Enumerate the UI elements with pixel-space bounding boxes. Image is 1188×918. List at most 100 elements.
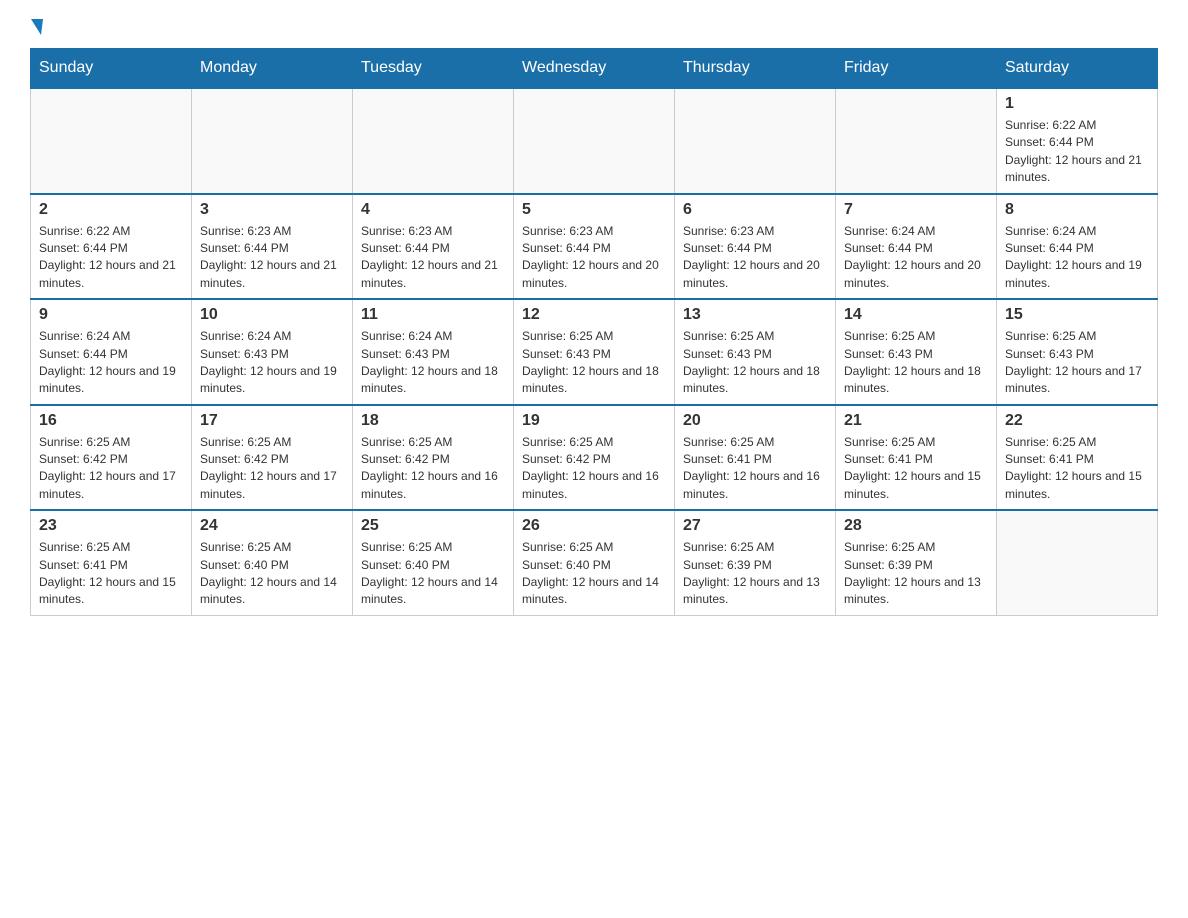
day-number: 22 — [1005, 412, 1149, 430]
week-row: 2 Sunrise: 6:22 AMSunset: 6:44 PMDaylight… — [31, 194, 1158, 300]
day-info: Sunrise: 6:22 AMSunset: 6:44 PMDaylight:… — [39, 223, 183, 293]
day-number: 5 — [522, 201, 666, 219]
calendar-cell: 18Sunrise: 6:25 AMSunset: 6:42 PMDayligh… — [353, 405, 514, 511]
calendar-cell: 11Sunrise: 6:24 AMSunset: 6:43 PMDayligh… — [353, 299, 514, 405]
calendar-cell: 5 Sunrise: 6:23 AMSunset: 6:44 PMDaylight… — [514, 194, 675, 300]
day-info: Sunrise: 6:24 AMSunset: 6:43 PMDaylight:… — [200, 328, 344, 398]
day-number: 3 — [200, 201, 344, 219]
day-info: Sunrise: 6:25 AMSunset: 6:43 PMDaylight:… — [683, 328, 827, 398]
day-info: Sunrise: 6:25 AMSunset: 6:41 PMDaylight:… — [683, 434, 827, 504]
day-info: Sunrise: 6:25 AMSunset: 6:43 PMDaylight:… — [1005, 328, 1149, 398]
calendar-cell: 8 Sunrise: 6:24 AMSunset: 6:44 PMDaylight… — [997, 194, 1158, 300]
day-info: Sunrise: 6:23 AMSunset: 6:44 PMDaylight:… — [522, 223, 666, 293]
day-number: 7 — [844, 201, 988, 219]
calendar-cell: 16 Sunrise: 6:25 AMSunset: 6:42 PMDayligh… — [31, 405, 192, 511]
day-number: 1 — [1005, 95, 1149, 113]
weekday-header: Wednesday — [514, 49, 675, 89]
day-info: Sunrise: 6:25 AMSunset: 6:42 PMDaylight:… — [361, 434, 505, 504]
weekday-header: Friday — [836, 49, 997, 89]
day-info: Sunrise: 6:25 AMSunset: 6:41 PMDaylight:… — [39, 539, 183, 609]
day-info: Sunrise: 6:25 AMSunset: 6:43 PMDaylight:… — [522, 328, 666, 398]
calendar-cell: 15 Sunrise: 6:25 AMSunset: 6:43 PMDayligh… — [997, 299, 1158, 405]
week-row: 16 Sunrise: 6:25 AMSunset: 6:42 PMDayligh… — [31, 405, 1158, 511]
day-number: 16 — [39, 412, 183, 430]
calendar-cell: 26Sunrise: 6:25 AMSunset: 6:40 PMDayligh… — [514, 510, 675, 615]
day-number: 4 — [361, 201, 505, 219]
day-info: Sunrise: 6:23 AMSunset: 6:44 PMDaylight:… — [683, 223, 827, 293]
day-number: 20 — [683, 412, 827, 430]
calendar-cell — [31, 88, 192, 194]
calendar-cell: 14 Sunrise: 6:25 AMSunset: 6:43 PMDayligh… — [836, 299, 997, 405]
weekday-header-row: SundayMondayTuesdayWednesdayThursdayFrid… — [31, 49, 1158, 89]
calendar-cell: 23 Sunrise: 6:25 AMSunset: 6:41 PMDayligh… — [31, 510, 192, 615]
day-number: 2 — [39, 201, 183, 219]
calendar-cell: 25 Sunrise: 6:25 AMSunset: 6:40 PMDayligh… — [353, 510, 514, 615]
calendar-cell: 22 Sunrise: 6:25 AMSunset: 6:41 PMDayligh… — [997, 405, 1158, 511]
weekday-header: Thursday — [675, 49, 836, 89]
calendar-cell: 6 Sunrise: 6:23 AMSunset: 6:44 PMDaylight… — [675, 194, 836, 300]
day-number: 9 — [39, 306, 183, 324]
day-number: 21 — [844, 412, 988, 430]
day-info: Sunrise: 6:24 AMSunset: 6:44 PMDaylight:… — [844, 223, 988, 293]
calendar-cell: 20 Sunrise: 6:25 AMSunset: 6:41 PMDayligh… — [675, 405, 836, 511]
calendar-cell: 17 Sunrise: 6:25 AMSunset: 6:42 PMDayligh… — [192, 405, 353, 511]
day-number: 19 — [522, 412, 666, 430]
day-info: Sunrise: 6:25 AMSunset: 6:42 PMDaylight:… — [522, 434, 666, 504]
calendar-cell: 12 Sunrise: 6:25 AMSunset: 6:43 PMDayligh… — [514, 299, 675, 405]
weekday-header: Saturday — [997, 49, 1158, 89]
day-number: 25 — [361, 517, 505, 535]
day-number: 15 — [1005, 306, 1149, 324]
day-info: Sunrise: 6:25 AMSunset: 6:43 PMDaylight:… — [844, 328, 988, 398]
calendar-cell: 3Sunrise: 6:23 AMSunset: 6:44 PMDaylight… — [192, 194, 353, 300]
day-info: Sunrise: 6:22 AMSunset: 6:44 PMDaylight:… — [1005, 117, 1149, 187]
day-info: Sunrise: 6:25 AMSunset: 6:42 PMDaylight:… — [39, 434, 183, 504]
calendar-cell: 2 Sunrise: 6:22 AMSunset: 6:44 PMDaylight… — [31, 194, 192, 300]
day-number: 24 — [200, 517, 344, 535]
logo-triangle-icon — [31, 19, 43, 35]
day-number: 14 — [844, 306, 988, 324]
week-row: 9 Sunrise: 6:24 AMSunset: 6:44 PMDaylight… — [31, 299, 1158, 405]
week-row: 1 Sunrise: 6:22 AMSunset: 6:44 PMDaylight… — [31, 88, 1158, 194]
week-row: 23 Sunrise: 6:25 AMSunset: 6:41 PMDayligh… — [31, 510, 1158, 615]
day-info: Sunrise: 6:25 AMSunset: 6:42 PMDaylight:… — [200, 434, 344, 504]
calendar-cell — [514, 88, 675, 194]
day-number: 11 — [361, 306, 505, 324]
day-number: 17 — [200, 412, 344, 430]
weekday-header: Tuesday — [353, 49, 514, 89]
day-info: Sunrise: 6:23 AMSunset: 6:44 PMDaylight:… — [361, 223, 505, 293]
day-info: Sunrise: 6:24 AMSunset: 6:44 PMDaylight:… — [39, 328, 183, 398]
calendar-cell — [675, 88, 836, 194]
day-info: Sunrise: 6:24 AMSunset: 6:44 PMDaylight:… — [1005, 223, 1149, 293]
calendar-cell — [997, 510, 1158, 615]
day-number: 23 — [39, 517, 183, 535]
calendar-cell: 24 Sunrise: 6:25 AMSunset: 6:40 PMDayligh… — [192, 510, 353, 615]
day-number: 10 — [200, 306, 344, 324]
day-number: 6 — [683, 201, 827, 219]
day-number: 8 — [1005, 201, 1149, 219]
day-info: Sunrise: 6:25 AMSunset: 6:39 PMDaylight:… — [683, 539, 827, 609]
page-header — [30, 20, 1158, 38]
calendar-cell: 4 Sunrise: 6:23 AMSunset: 6:44 PMDaylight… — [353, 194, 514, 300]
calendar-cell: 28Sunrise: 6:25 AMSunset: 6:39 PMDayligh… — [836, 510, 997, 615]
calendar-cell: 9 Sunrise: 6:24 AMSunset: 6:44 PMDaylight… — [31, 299, 192, 405]
calendar-cell — [192, 88, 353, 194]
calendar-cell: 10 Sunrise: 6:24 AMSunset: 6:43 PMDayligh… — [192, 299, 353, 405]
logo — [30, 20, 44, 38]
day-info: Sunrise: 6:25 AMSunset: 6:41 PMDaylight:… — [1005, 434, 1149, 504]
weekday-header: Monday — [192, 49, 353, 89]
day-info: Sunrise: 6:25 AMSunset: 6:40 PMDaylight:… — [200, 539, 344, 609]
calendar-cell — [353, 88, 514, 194]
day-number: 27 — [683, 517, 827, 535]
calendar-cell: 13 Sunrise: 6:25 AMSunset: 6:43 PMDayligh… — [675, 299, 836, 405]
weekday-header: Sunday — [31, 49, 192, 89]
day-info: Sunrise: 6:25 AMSunset: 6:40 PMDaylight:… — [361, 539, 505, 609]
day-info: Sunrise: 6:25 AMSunset: 6:39 PMDaylight:… — [844, 539, 988, 609]
day-number: 12 — [522, 306, 666, 324]
calendar-cell: 27 Sunrise: 6:25 AMSunset: 6:39 PMDayligh… — [675, 510, 836, 615]
day-info: Sunrise: 6:25 AMSunset: 6:41 PMDaylight:… — [844, 434, 988, 504]
calendar-cell: 21 Sunrise: 6:25 AMSunset: 6:41 PMDayligh… — [836, 405, 997, 511]
calendar-cell: 19 Sunrise: 6:25 AMSunset: 6:42 PMDayligh… — [514, 405, 675, 511]
day-info: Sunrise: 6:25 AMSunset: 6:40 PMDaylight:… — [522, 539, 666, 609]
calendar-cell: 7 Sunrise: 6:24 AMSunset: 6:44 PMDaylight… — [836, 194, 997, 300]
day-number: 13 — [683, 306, 827, 324]
